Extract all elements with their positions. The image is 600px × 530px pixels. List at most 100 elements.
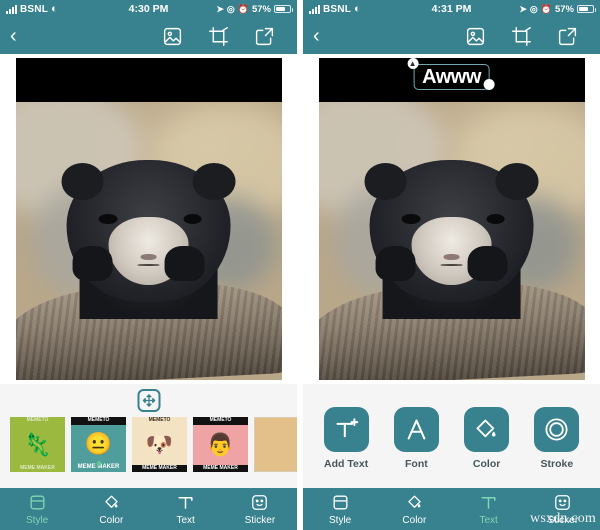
selected-text-element[interactable]: Awww ▲ (407, 58, 495, 90)
add-text-button[interactable]: Add Text (323, 406, 369, 470)
template-thumbnail[interactable]: MEMETO 🐶 MEME MAKER (132, 417, 187, 472)
phone-screen-style: BSNL ◐ 4:30 PM ➤ ◎ ⏰ 57% ‹ MEMETO 🦎 MEME… (0, 0, 297, 530)
wifi-icon: ◐ (354, 2, 361, 15)
phone-screen-text: BSNL ◐ 4:31 PM ➤ ◎ ⏰ 57% ‹ Awww ▲ Add Te… (303, 0, 600, 530)
meme-photo (15, 102, 282, 380)
meme-canvas[interactable]: Awww ▲ (318, 58, 585, 380)
nav-item-color[interactable]: Color (377, 488, 451, 530)
tool-label: Font (405, 457, 428, 470)
bear-paw-right (165, 246, 205, 281)
nav-item-style[interactable]: Style (0, 488, 74, 530)
paint-bucket-icon (476, 419, 496, 437)
nav-item-sticker[interactable]: Sticker (223, 488, 297, 530)
crop-button[interactable] (195, 26, 241, 47)
template-thumbnail[interactable] (254, 417, 297, 472)
bear-eye-right (183, 213, 202, 224)
tool-label: Color (472, 457, 501, 470)
bear-mouth (137, 264, 160, 267)
bear-ear-right (193, 163, 236, 200)
stroke-button[interactable]: Stroke (534, 406, 580, 470)
rotate-handle-icon[interactable]: ▲ (407, 58, 419, 69)
style-panel-icon (30, 494, 45, 510)
battery-icon (274, 5, 293, 13)
nav-item-color[interactable]: Color (74, 488, 148, 530)
stroke-button-box (534, 406, 580, 452)
template-thumbnail[interactable]: MEMETO 👨 MEME MAKER (193, 417, 248, 472)
carrier-label: BSNL (323, 3, 352, 15)
font-button-box (393, 406, 439, 452)
template-thumbnail-strip[interactable]: MEMETO 🦎 MEME MAKER MEMETO 😐 MEME MAKER (0, 417, 297, 472)
nav-label: Style (26, 514, 49, 526)
cellular-signal-icon (309, 4, 320, 14)
paint-bucket-icon (105, 494, 118, 508)
status-bar-right: ➤ ◎ ⏰ 57% (216, 3, 293, 15)
font-button[interactable]: Font (393, 406, 439, 470)
text-tool-icon (481, 496, 496, 509)
bottom-navigation: Style Color Text Sticker wsxdn.com (303, 488, 600, 530)
share-export-icon (558, 27, 576, 45)
move-template-button[interactable] (137, 389, 160, 412)
status-bar-left: BSNL ◐ (6, 2, 58, 15)
template-item[interactable]: MEMETO 😐 MEME MAKER (71, 417, 126, 472)
nav-item-text[interactable]: Text (149, 488, 223, 530)
rotation-lock-icon: ◎ (529, 3, 538, 14)
meme-canvas[interactable] (15, 58, 282, 380)
template-item[interactable] (254, 417, 297, 472)
tool-label: Add Text (324, 457, 369, 470)
color-button[interactable]: Color (464, 406, 510, 470)
nav-label: Style (329, 514, 352, 526)
bottom-navigation: Style Color Text Sticker (0, 488, 297, 530)
nav-label: Color (99, 514, 124, 526)
wifi-icon: ◐ (51, 2, 58, 15)
font-icon (407, 418, 426, 440)
crop-button[interactable] (498, 26, 544, 47)
text-tool-icon (178, 496, 193, 509)
bear-paw-left (72, 246, 113, 281)
bear-paw-right (468, 246, 508, 281)
template-bottom-caption: MEME MAKER (20, 464, 55, 471)
add-text-button-box (323, 406, 369, 452)
battery-percent-label: 57% (251, 3, 271, 15)
bear-subject (61, 146, 236, 319)
bear-ear-left (61, 163, 104, 200)
top-toolbar: ‹ (303, 18, 600, 54)
template-top-caption: MEMETO (71, 417, 126, 425)
screenshot-pair: BSNL ◐ 4:30 PM ➤ ◎ ⏰ 57% ‹ MEMETO 🦎 MEME… (0, 0, 600, 530)
stroke-rings-icon (545, 417, 568, 441)
back-button[interactable]: ‹ (10, 26, 40, 46)
crop-icon (208, 26, 228, 46)
status-bar-right: ➤ ◎ ⏰ 57% (519, 3, 596, 15)
template-art-frog: 🦎 (23, 431, 52, 457)
canvas-area: Awww ▲ (303, 54, 600, 384)
template-bottom-caption: MEME MAKER (193, 464, 248, 472)
status-bar: BSNL ◐ 4:30 PM ➤ ◎ ⏰ 57% (0, 0, 297, 18)
template-item[interactable]: MEMETO 👨 MEME MAKER (193, 417, 248, 472)
bear-eye-left (99, 213, 118, 224)
template-item[interactable]: MEMETO 🦎 MEME MAKER (10, 417, 65, 472)
share-button[interactable] (544, 26, 590, 47)
caption-band-top[interactable]: Awww ▲ (318, 58, 585, 102)
caption-band-top[interactable] (15, 58, 282, 102)
photo-picker-icon (163, 27, 181, 45)
bear-mouth (440, 264, 463, 267)
choose-image-button[interactable] (452, 26, 498, 47)
bear-subject (364, 146, 539, 319)
template-top-caption: MEMETO (26, 417, 49, 423)
nav-item-style[interactable]: Style (303, 488, 377, 530)
resize-handle-icon[interactable] (483, 79, 495, 90)
choose-image-button[interactable] (149, 26, 195, 47)
bear-ear-left (364, 163, 407, 200)
back-button[interactable]: ‹ (313, 26, 343, 46)
color-button-box (464, 406, 510, 452)
share-button[interactable] (241, 26, 287, 47)
rotation-lock-icon: ◎ (226, 3, 235, 14)
nav-item-text[interactable]: Text (452, 488, 526, 530)
status-bar: BSNL ◐ 4:31 PM ➤ ◎ ⏰ 57% (303, 0, 600, 18)
template-art-suit: 👨 (206, 431, 235, 457)
smiley-sticker-icon (252, 494, 268, 510)
meme-photo (318, 102, 585, 380)
template-item[interactable]: MEMETO 🐶 MEME MAKER (132, 417, 187, 472)
top-toolbar: ‹ (0, 18, 297, 54)
template-bottom-caption (255, 469, 297, 471)
template-thumbnail[interactable]: MEMETO 🦎 MEME MAKER (10, 417, 65, 472)
